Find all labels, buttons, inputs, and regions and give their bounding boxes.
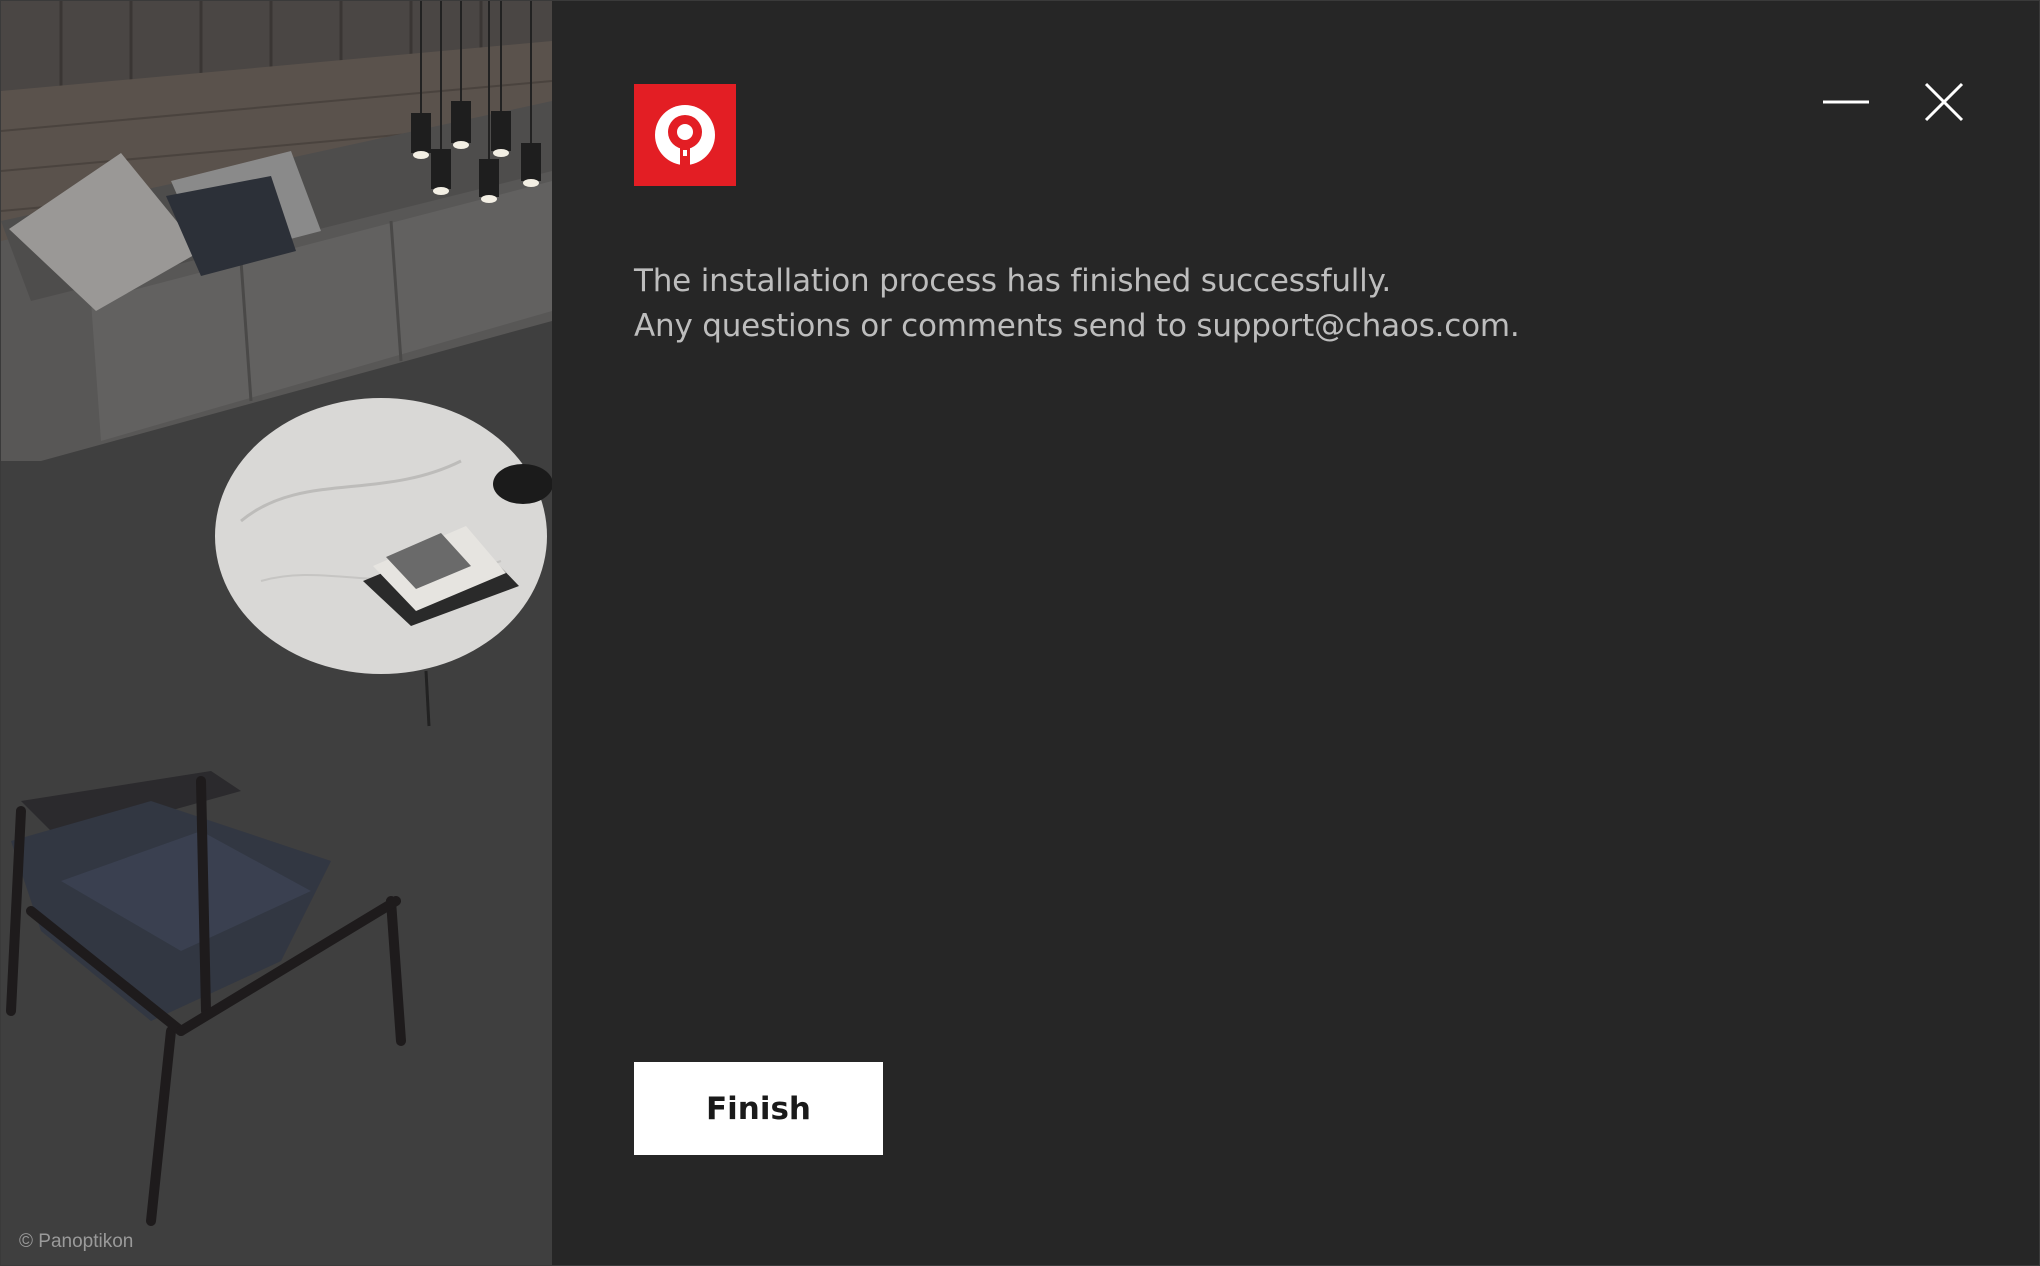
chaos-logo [634, 84, 736, 186]
side-image: © Panoptikon [1, 1, 552, 1265]
minimize-button[interactable] [1823, 79, 1869, 125]
finish-button[interactable]: Finish [634, 1062, 883, 1155]
minimize-icon [1823, 100, 1869, 104]
interior-illustration [1, 1, 552, 1265]
message-line-support: Any questions or comments send to suppor… [634, 308, 1520, 344]
completion-message: The installation process has finished su… [634, 259, 1520, 349]
installer-window: © Panoptikon The installation process ha… [0, 0, 2040, 1266]
chaos-logo-icon [655, 105, 715, 168]
message-line-success: The installation process has finished su… [634, 263, 1391, 299]
close-button[interactable] [1921, 79, 1967, 125]
window-controls [1823, 79, 1967, 125]
photo-credit: © Panoptikon [19, 1231, 134, 1252]
close-icon [1924, 82, 1964, 122]
